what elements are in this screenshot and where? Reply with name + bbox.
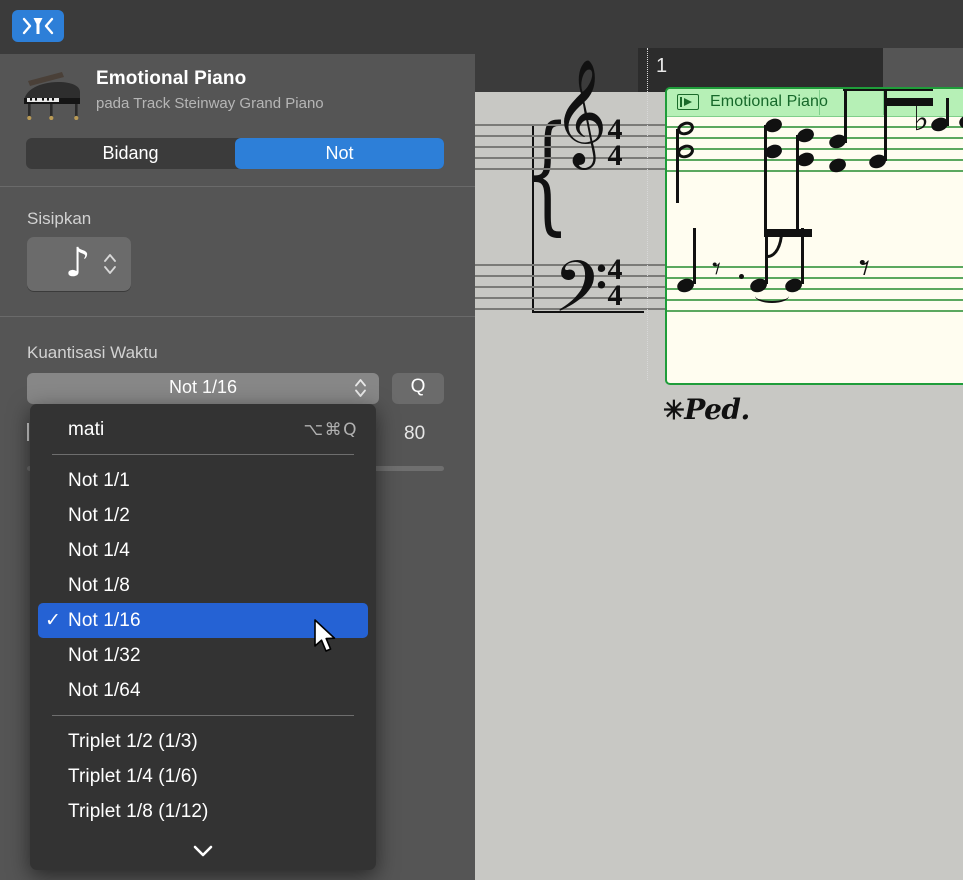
timeline-ruler[interactable]: 1 [638, 48, 883, 92]
menu-item-check-icon: ✓ [38, 611, 68, 630]
insert-section-label: Sisipkan [27, 209, 91, 229]
pedal-release-icon: ✳ [663, 396, 684, 426]
menu-item-label: Triplet 1/4 (1/6) [68, 766, 198, 788]
score-area: 1 { 𝄞 𝄢 [475, 0, 963, 880]
quantize-dropdown-menu[interactable]: mati ⌥⌘Q Not 1/1 Not 1/2 Not 1/4 Not 1/8 [30, 404, 376, 870]
menu-item-not-1-1[interactable]: Not 1/1 [30, 463, 376, 498]
time-signature-bass: 4 4 [602, 257, 628, 309]
augmentation-dot [739, 274, 744, 279]
menu-item-label: Not 1/4 [68, 540, 130, 562]
divider [0, 316, 475, 317]
menu-item-label: mati [68, 419, 104, 441]
quarter-rest-icon: 𝄾 [859, 247, 870, 289]
ruler-bar-number: 1 [656, 55, 667, 78]
region-play-icon [677, 94, 699, 110]
logic-pro-score-editor-window: 1 { 𝄞 𝄢 [0, 0, 963, 880]
menu-item-mati[interactable]: mati ⌥⌘Q [30, 412, 376, 447]
menu-item-label: Not 1/64 [68, 680, 141, 702]
velocity-row-marker [27, 423, 29, 441]
inspector-segmented-control[interactable]: Bidang Not [26, 138, 444, 169]
velocity-value: 80 [404, 423, 425, 445]
menu-item-triplet-1-8[interactable]: Triplet 1/8 (1/12) [30, 794, 376, 829]
region-header-divider [819, 90, 820, 115]
menu-item-not-1-64[interactable]: Not 1/64 [30, 673, 376, 708]
quantize-apply-button[interactable]: Q [392, 373, 444, 404]
note-stem [796, 135, 799, 237]
menu-item-not-1-8[interactable]: Not 1/8 [30, 568, 376, 603]
menu-item-not-1-16[interactable]: ✓ Not 1/16 [38, 603, 368, 638]
score-region-emotional-piano[interactable]: Emotional Piano [665, 87, 963, 385]
grand-piano-icon [18, 68, 84, 120]
menu-item-not-1-2[interactable]: Not 1/2 [30, 498, 376, 533]
inspector-collapse-glyph [20, 14, 56, 38]
eighth-rest-icon: 𝄾 [712, 252, 721, 286]
menu-item-label: Triplet 1/8 (1/12) [68, 801, 209, 823]
menu-item-label: Not 1/32 [68, 645, 141, 667]
tab-not[interactable]: Not [235, 138, 444, 169]
note-stem [946, 98, 949, 126]
track-title: Emotional Piano [96, 68, 246, 90]
tab-bidang[interactable]: Bidang [26, 138, 235, 169]
bass-clef-icon: 𝄢 [553, 253, 608, 339]
eighth-flag-icon [766, 229, 783, 258]
note-stem [693, 228, 696, 284]
menu-item-label: Triplet 1/2 (1/3) [68, 731, 198, 753]
menu-item-shortcut: ⌥⌘Q [304, 420, 358, 440]
note-stem [764, 125, 767, 237]
divider [0, 186, 475, 187]
time-signature-denominator: 4 [602, 143, 628, 169]
eighth-note-icon: ♪ [65, 239, 91, 287]
menu-item-not-1-32[interactable]: Not 1/32 [30, 638, 376, 673]
quantize-value-popup-button[interactable]: Not 1/16 [27, 373, 379, 404]
menu-item-not-1-4[interactable]: Not 1/4 [30, 533, 376, 568]
quantize-apply-label: Q [392, 376, 444, 398]
note-stem [844, 87, 847, 143]
score-toolbar-strip [475, 0, 963, 48]
menu-item-label: Not 1/2 [68, 505, 130, 527]
time-signature-treble: 4 4 [602, 117, 628, 169]
inspector-collapse-icon[interactable] [12, 10, 64, 42]
track-subtitle: pada Track Steinway Grand Piano [96, 95, 324, 112]
quantize-value-label: Not 1/16 [27, 377, 379, 398]
menu-separator [52, 715, 354, 716]
chevron-down-icon [190, 843, 216, 859]
pedal-marking: ✳Ped. [663, 393, 750, 426]
time-signature-denominator-bass: 4 [602, 283, 628, 309]
quantize-section-label: Kuantisasi Waktu [27, 343, 158, 363]
menu-item-triplet-1-2[interactable]: Triplet 1/2 (1/3) [30, 724, 376, 759]
timeline-ruler-right-pad [883, 48, 963, 92]
stepper-chevrons-icon[interactable] [103, 252, 117, 276]
menu-separator [52, 454, 354, 455]
menu-item-triplet-1-4[interactable]: Triplet 1/4 (1/6) [30, 759, 376, 794]
note-stem [801, 228, 804, 284]
menu-scroll-down-chevron-down-icon[interactable] [30, 843, 376, 864]
menu-item-label: Not 1/16 [68, 610, 141, 632]
pedal-label: Ped. [684, 393, 749, 426]
treble-clef-icon: 𝄞 [553, 66, 607, 158]
playhead[interactable] [647, 48, 648, 380]
region-name-label: Emotional Piano [710, 93, 828, 111]
insert-note-value-stepper[interactable]: ♪ [27, 237, 131, 291]
flat-accidental-icon: ♭ [913, 102, 929, 136]
tie [755, 289, 789, 303]
inspector-topbar [0, 0, 475, 54]
note-stem [676, 129, 679, 203]
note-beam [843, 87, 933, 91]
chevron-updown-icon [354, 377, 367, 399]
menu-item-label: Not 1/1 [68, 470, 130, 492]
menu-item-label: Not 1/8 [68, 575, 130, 597]
